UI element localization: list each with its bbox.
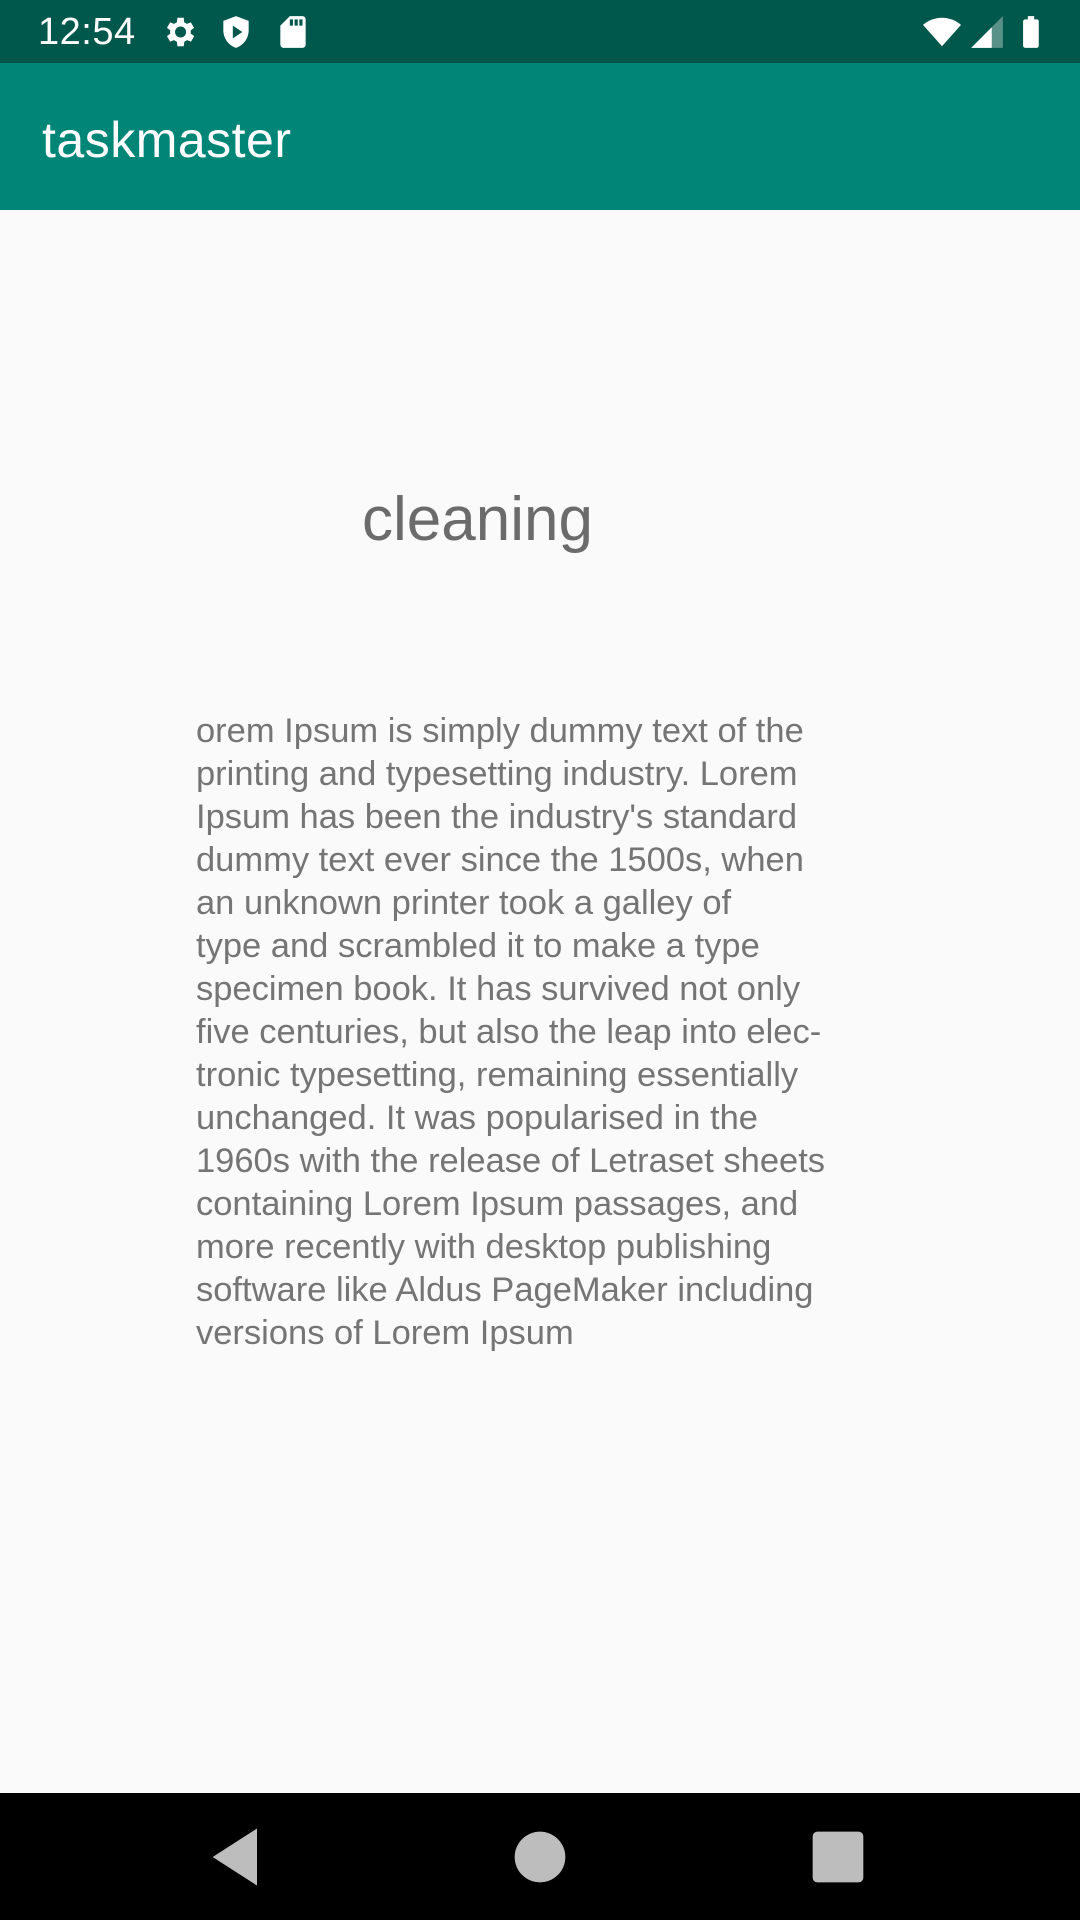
app-bar: taskmaster xyxy=(0,63,1080,210)
task-description-line: an unknown printer took a galley of xyxy=(196,884,732,922)
task-description-line: versions of Lorem Ipsum xyxy=(196,1314,574,1352)
task-title: cleaning xyxy=(362,485,593,554)
task-detail: cleaning orem Ipsum is simply dummy text… xyxy=(0,210,1080,1793)
shield-icon xyxy=(223,16,249,48)
task-description-line: containing Lorem Ipsum passages, and xyxy=(196,1185,799,1223)
task-description-line: five centuries, but also the leap into e… xyxy=(196,1013,822,1051)
task-description-line: printing and typesetting industry. Lorem xyxy=(196,755,798,793)
battery-icon xyxy=(1023,16,1039,48)
task-description-line: orem Ipsum is simply dummy text of the xyxy=(196,712,804,750)
task-description-line: Ipsum has been the industry's standard xyxy=(196,798,798,836)
navigation-bar xyxy=(0,1793,1080,1920)
back-icon[interactable] xyxy=(200,1819,276,1895)
task-description-line: 1960s with the release of Letraset sheet… xyxy=(196,1142,826,1180)
sd-card-icon xyxy=(280,16,306,48)
signal-icon xyxy=(971,16,1003,48)
task-description-line: software like Aldus PageMaker including xyxy=(196,1271,814,1309)
gear-icon xyxy=(166,17,195,47)
task-description-line: specimen book. It has survived not only xyxy=(196,970,801,1008)
home-icon[interactable] xyxy=(502,1819,578,1895)
task-description-line: dummy text ever since the 1500s, when xyxy=(196,841,804,879)
task-description-line: more recently with desktop publishing xyxy=(196,1228,772,1266)
app-title: taskmaster xyxy=(42,112,292,168)
task-description-line: type and scrambled it to make a type xyxy=(196,927,760,965)
status-bar: 12:54 xyxy=(0,0,1080,63)
recents-icon[interactable] xyxy=(800,1819,876,1895)
status-time: 12:54 xyxy=(38,11,136,53)
wifi-icon xyxy=(923,17,961,47)
task-description: orem Ipsum is simply dummy text of the p… xyxy=(196,710,886,1355)
task-description-line: tronic typesetting, remaining essentiall… xyxy=(196,1056,799,1094)
task-description-line: unchanged. It was popularised in the xyxy=(196,1099,758,1137)
